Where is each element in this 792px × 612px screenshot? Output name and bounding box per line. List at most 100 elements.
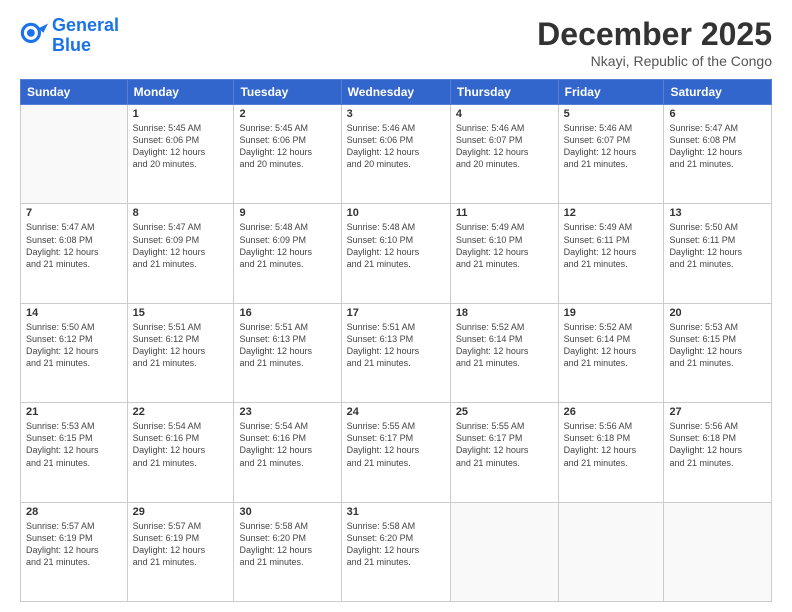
day-info: Sunrise: 5:57 AM Sunset: 6:19 PM Dayligh… [26, 520, 122, 569]
day-number: 12 [564, 207, 659, 219]
day-number: 9 [239, 207, 335, 219]
day-info: Sunrise: 5:53 AM Sunset: 6:15 PM Dayligh… [26, 420, 122, 469]
day-number: 17 [347, 307, 445, 319]
day-number: 23 [239, 406, 335, 418]
day-cell: 19 Sunrise: 5:52 AM Sunset: 6:14 PM Dayli… [558, 303, 664, 402]
day-cell: 29Sunrise: 5:57 AM Sunset: 6:19 PM Dayli… [127, 502, 234, 601]
day-info: Sunrise: 5:58 AM Sunset: 6:20 PM Dayligh… [347, 520, 445, 569]
location-subtitle: Nkayi, Republic of the Congo [537, 53, 772, 69]
header-monday: Monday [127, 80, 234, 105]
day-number: 28 [26, 506, 122, 518]
header-saturday: Saturday [664, 80, 772, 105]
day-number: 26 [564, 406, 659, 418]
day-info: Sunrise: 5:56 AM Sunset: 6:18 PM Dayligh… [669, 420, 766, 469]
day-cell: 24 Sunrise: 5:55 AM Sunset: 6:17 PM Dayli… [341, 403, 450, 502]
header-friday: Friday [558, 80, 664, 105]
day-cell [21, 105, 128, 204]
day-number: 24 [347, 406, 445, 418]
day-info: Sunrise: 5:47 AM Sunset: 6:08 PM Dayligh… [26, 221, 122, 270]
calendar-table: Sunday Monday Tuesday Wednesday Thursday… [20, 79, 772, 602]
week-row-2: 14 Sunrise: 5:50 AM Sunset: 6:12 PM Dayli… [21, 303, 772, 402]
day-number: 1 [133, 108, 229, 120]
day-info: Sunrise: 5:46 AM Sunset: 6:07 PM Dayligh… [456, 122, 553, 171]
day-info: Sunrise: 5:57 AM Sunset: 6:19 PM Dayligh… [133, 520, 229, 569]
day-cell [450, 502, 558, 601]
day-cell: 26 Sunrise: 5:56 AM Sunset: 6:18 PM Dayli… [558, 403, 664, 502]
day-info: Sunrise: 5:48 AM Sunset: 6:10 PM Dayligh… [347, 221, 445, 270]
logo-icon [20, 22, 48, 50]
day-info: Sunrise: 5:51 AM Sunset: 6:13 PM Dayligh… [347, 321, 445, 370]
day-info: Sunrise: 5:52 AM Sunset: 6:14 PM Dayligh… [564, 321, 659, 370]
day-cell: 18Sunrise: 5:52 AM Sunset: 6:14 PM Dayli… [450, 303, 558, 402]
day-number: 31 [347, 506, 445, 518]
calendar-header: Sunday Monday Tuesday Wednesday Thursday… [21, 80, 772, 105]
day-cell: 9 Sunrise: 5:48 AM Sunset: 6:09 PM Daylig… [234, 204, 341, 303]
day-number: 22 [133, 406, 229, 418]
day-cell: 4Sunrise: 5:46 AM Sunset: 6:07 PM Daylig… [450, 105, 558, 204]
day-number: 7 [26, 207, 122, 219]
week-row-0: 1 Sunrise: 5:45 AM Sunset: 6:06 PM Daylig… [21, 105, 772, 204]
day-cell: 17 Sunrise: 5:51 AM Sunset: 6:13 PM Dayli… [341, 303, 450, 402]
day-number: 6 [669, 108, 766, 120]
day-cell: 14 Sunrise: 5:50 AM Sunset: 6:12 PM Dayli… [21, 303, 128, 402]
week-row-3: 21 Sunrise: 5:53 AM Sunset: 6:15 PM Dayli… [21, 403, 772, 502]
day-cell: 6 Sunrise: 5:47 AM Sunset: 6:08 PM Daylig… [664, 105, 772, 204]
day-info: Sunrise: 5:46 AM Sunset: 6:07 PM Dayligh… [564, 122, 659, 171]
day-info: Sunrise: 5:47 AM Sunset: 6:08 PM Dayligh… [669, 122, 766, 171]
day-cell: 11Sunrise: 5:49 AM Sunset: 6:10 PM Dayli… [450, 204, 558, 303]
day-info: Sunrise: 5:50 AM Sunset: 6:12 PM Dayligh… [26, 321, 122, 370]
day-number: 21 [26, 406, 122, 418]
day-cell: 16 Sunrise: 5:51 AM Sunset: 6:13 PM Dayli… [234, 303, 341, 402]
header-sunday: Sunday [21, 80, 128, 105]
logo-line2: Blue [52, 35, 91, 55]
day-cell: 25 Sunrise: 5:55 AM Sunset: 6:17 PM Dayli… [450, 403, 558, 502]
day-info: Sunrise: 5:55 AM Sunset: 6:17 PM Dayligh… [347, 420, 445, 469]
day-number: 5 [564, 108, 659, 120]
day-number: 18 [456, 307, 553, 319]
day-info: Sunrise: 5:49 AM Sunset: 6:11 PM Dayligh… [564, 221, 659, 270]
day-info: Sunrise: 5:47 AM Sunset: 6:09 PM Dayligh… [133, 221, 229, 270]
day-info: Sunrise: 5:55 AM Sunset: 6:17 PM Dayligh… [456, 420, 553, 469]
day-info: Sunrise: 5:45 AM Sunset: 6:06 PM Dayligh… [133, 122, 229, 171]
day-info: Sunrise: 5:53 AM Sunset: 6:15 PM Dayligh… [669, 321, 766, 370]
day-cell: 22 Sunrise: 5:54 AM Sunset: 6:16 PM Dayli… [127, 403, 234, 502]
day-number: 16 [239, 307, 335, 319]
day-number: 19 [564, 307, 659, 319]
week-row-1: 7 Sunrise: 5:47 AM Sunset: 6:08 PM Daylig… [21, 204, 772, 303]
day-info: Sunrise: 5:50 AM Sunset: 6:11 PM Dayligh… [669, 221, 766, 270]
day-cell: 15Sunrise: 5:51 AM Sunset: 6:12 PM Dayli… [127, 303, 234, 402]
day-cell: 21 Sunrise: 5:53 AM Sunset: 6:15 PM Dayli… [21, 403, 128, 502]
day-info: Sunrise: 5:54 AM Sunset: 6:16 PM Dayligh… [239, 420, 335, 469]
day-info: Sunrise: 5:56 AM Sunset: 6:18 PM Dayligh… [564, 420, 659, 469]
day-cell: 8 Sunrise: 5:47 AM Sunset: 6:09 PM Daylig… [127, 204, 234, 303]
day-info: Sunrise: 5:48 AM Sunset: 6:09 PM Dayligh… [239, 221, 335, 270]
header-wednesday: Wednesday [341, 80, 450, 105]
header-thursday: Thursday [450, 80, 558, 105]
day-number: 14 [26, 307, 122, 319]
logo-line1: General [52, 15, 119, 35]
calendar-body: 1 Sunrise: 5:45 AM Sunset: 6:06 PM Daylig… [21, 105, 772, 602]
day-cell: 1 Sunrise: 5:45 AM Sunset: 6:06 PM Daylig… [127, 105, 234, 204]
day-info: Sunrise: 5:54 AM Sunset: 6:16 PM Dayligh… [133, 420, 229, 469]
day-cell: 23 Sunrise: 5:54 AM Sunset: 6:16 PM Dayli… [234, 403, 341, 502]
day-cell: 7 Sunrise: 5:47 AM Sunset: 6:08 PM Daylig… [21, 204, 128, 303]
day-cell: 31 Sunrise: 5:58 AM Sunset: 6:20 PM Dayli… [341, 502, 450, 601]
day-number: 27 [669, 406, 766, 418]
day-cell: 3 Sunrise: 5:46 AM Sunset: 6:06 PM Daylig… [341, 105, 450, 204]
day-info: Sunrise: 5:51 AM Sunset: 6:13 PM Dayligh… [239, 321, 335, 370]
day-info: Sunrise: 5:58 AM Sunset: 6:20 PM Dayligh… [239, 520, 335, 569]
day-number: 3 [347, 108, 445, 120]
header-tuesday: Tuesday [234, 80, 341, 105]
day-cell: 5 Sunrise: 5:46 AM Sunset: 6:07 PM Daylig… [558, 105, 664, 204]
month-title: December 2025 [537, 16, 772, 53]
day-info: Sunrise: 5:46 AM Sunset: 6:06 PM Dayligh… [347, 122, 445, 171]
logo-text: General Blue [52, 16, 119, 56]
header: General Blue December 2025 Nkayi, Republ… [20, 16, 772, 69]
header-row: Sunday Monday Tuesday Wednesday Thursday… [21, 80, 772, 105]
day-cell: 20Sunrise: 5:53 AM Sunset: 6:15 PM Dayli… [664, 303, 772, 402]
day-cell: 12 Sunrise: 5:49 AM Sunset: 6:11 PM Dayli… [558, 204, 664, 303]
day-number: 30 [239, 506, 335, 518]
day-cell: 28 Sunrise: 5:57 AM Sunset: 6:19 PM Dayli… [21, 502, 128, 601]
day-number: 25 [456, 406, 553, 418]
day-number: 8 [133, 207, 229, 219]
